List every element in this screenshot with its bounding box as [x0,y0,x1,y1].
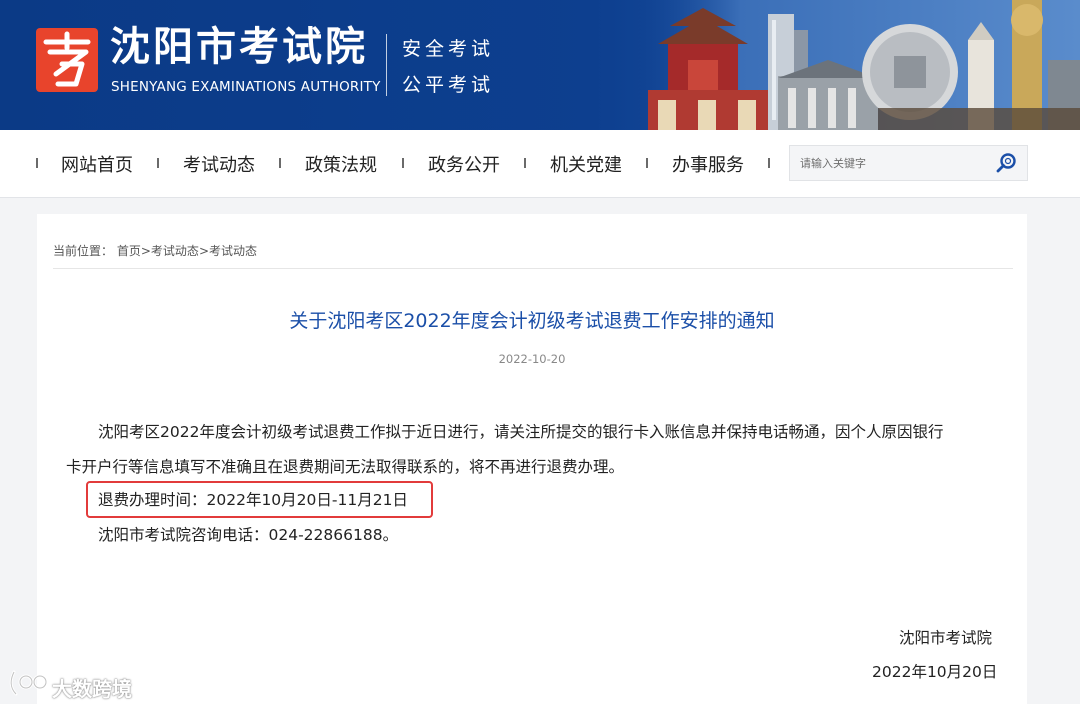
refund-period-highlight [86,481,433,518]
org-name-en: SHENYANG EXAMINATIONS AUTHORITY [111,79,381,95]
breadcrumb-separator: > [198,244,209,258]
nav-separator [36,158,38,168]
breadcrumb-prefix: 当前位置： [53,244,114,258]
header-banner: 沈阳市考试院 SHENYANG EXAMINATIONS AUTHORITY 安… [0,0,1080,130]
search-icon[interactable] [994,151,1018,175]
city-skyline-image [628,0,1080,130]
slogan-fair-exam: 公平考试 [402,74,495,96]
article-body-line-2: 卡开户行等信息填写不准确且在退费期间无法取得联系的，将不再进行退费办理。 [66,458,625,476]
nav-item-gov-affairs[interactable]: 政务公开 [428,151,500,177]
nav-item-services[interactable]: 办事服务 [672,151,744,177]
nav-item-policies[interactable]: 政策法规 [305,151,377,177]
breadcrumb-exam-news-link[interactable]: 考试动态 [151,244,199,258]
nav-separator [279,158,281,168]
slogan-safe-exam: 安全考试 [402,38,495,60]
contact-phone-text: 沈阳市考试院咨询电话：024-22866188。 [98,526,399,544]
watermark-text: 大数跨境 [52,677,132,701]
breadcrumb: 当前位置： 首页>考试动态>考试动态 [53,242,257,259]
signature-date: 2022年10月20日 [872,663,998,681]
breadcrumb-separator: > [140,244,151,258]
breadcrumb-home-link[interactable]: 首页 [117,244,141,258]
logo-icon[interactable] [36,28,98,92]
breadcrumb-divider [53,268,1013,269]
nav-separator [646,158,648,168]
breadcrumb-current-link[interactable]: 考试动态 [209,244,257,258]
nav-separator [768,158,770,168]
nav-item-exam-news[interactable]: 考试动态 [183,151,255,177]
watermark-logo-icon [9,670,48,696]
org-name-cn: 沈阳市考试院 [110,24,368,70]
signature-org: 沈阳市考试院 [899,629,993,647]
article-body-line-1: 沈阳考区2022年度会计初级考试退费工作拟于近日进行，请关注所提交的银行卡入账信… [98,423,944,441]
search-input[interactable] [800,153,980,173]
nav-item-party-building[interactable]: 机关党建 [550,151,622,177]
nav-separator [157,158,159,168]
article-date: 2022-10-20 [498,352,566,366]
nav-item-home[interactable]: 网站首页 [61,151,133,177]
nav-separator [402,158,404,168]
header-divider [386,34,387,96]
article-title: 关于沈阳考区2022年度会计初级考试退费工作安排的通知 [289,310,775,332]
nav-separator [524,158,526,168]
